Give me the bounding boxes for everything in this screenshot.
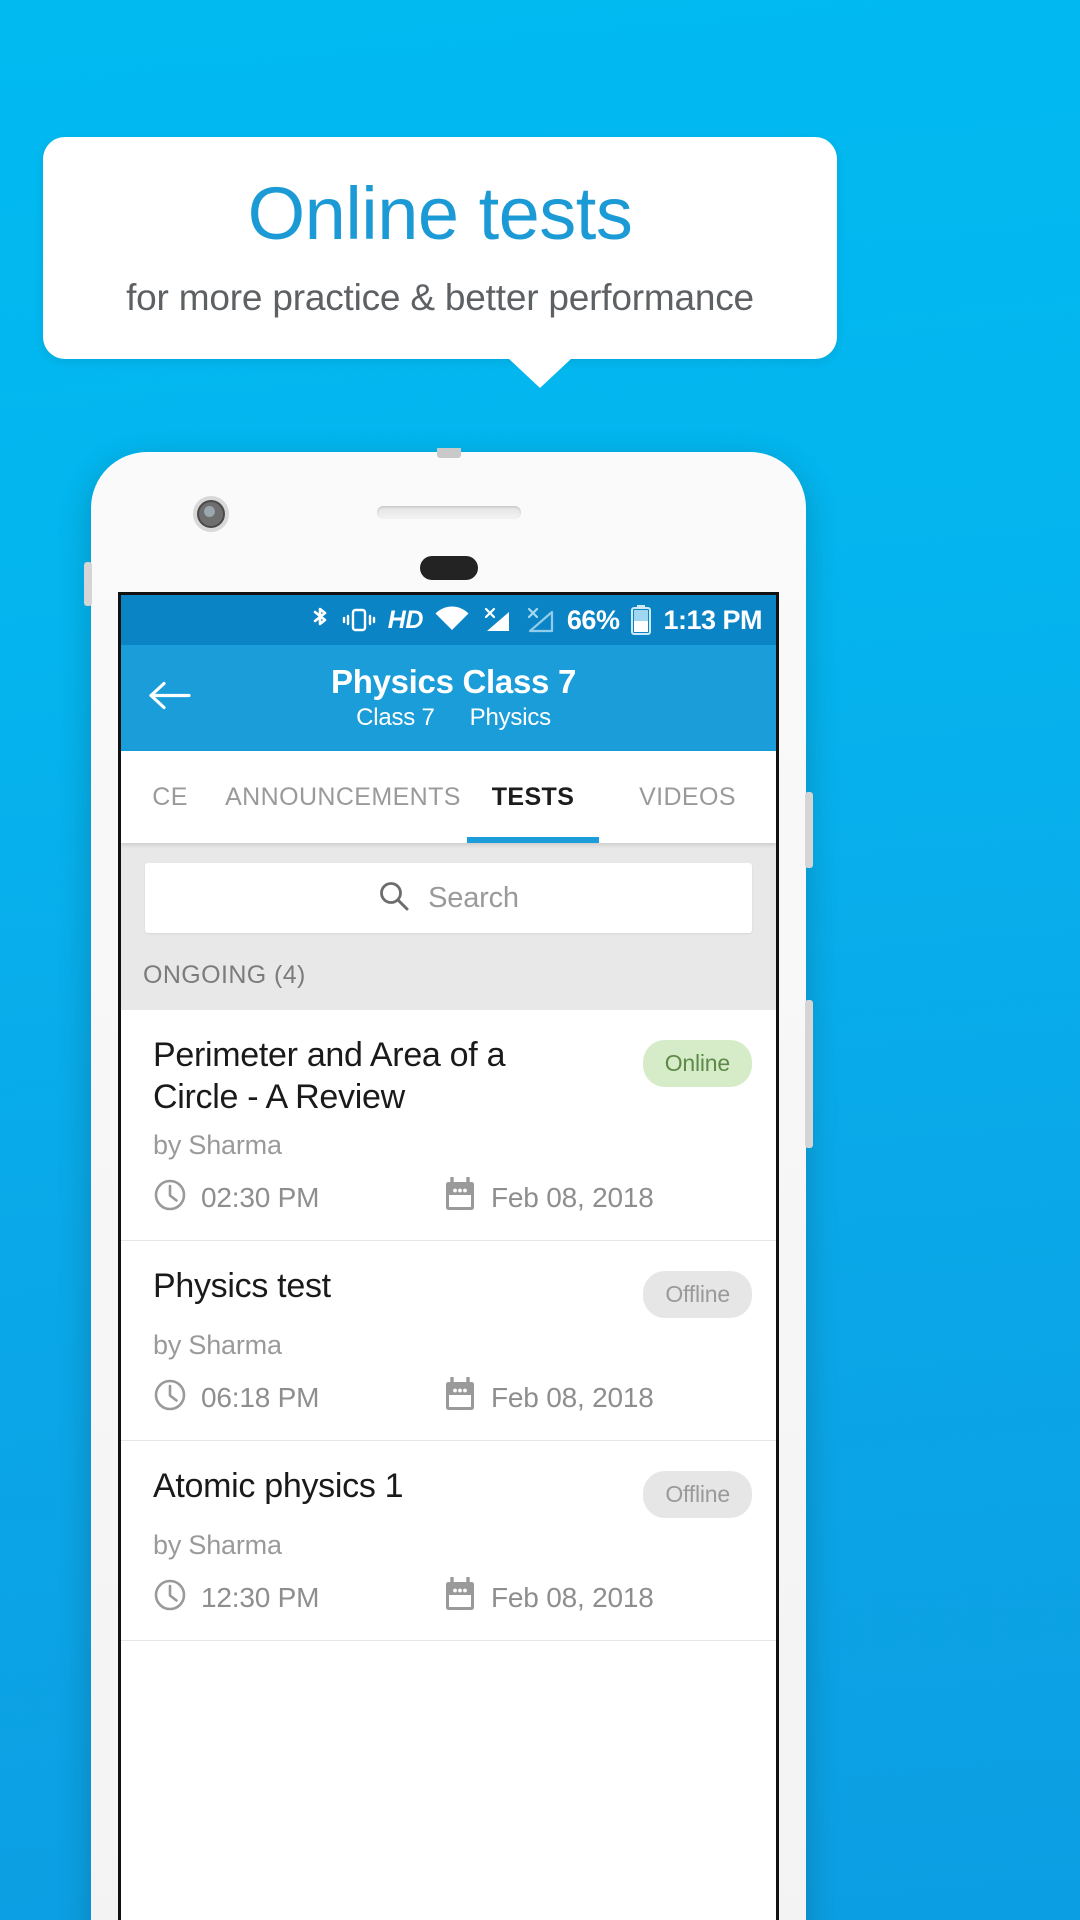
subtitle-subject: Physics [469,703,551,731]
clock-time-label: 1:13 PM [663,604,762,635]
card-header: Perimeter and Area of a Circle - A Revie… [153,1034,752,1118]
test-date: Feb 08, 2018 [491,1581,654,1613]
promo-speech-bubble: Online tests for more practice & better … [43,137,837,359]
status-bar: HD 66% 1:13 PM [121,595,776,645]
card-meta: 02:30 PM Feb 08, 2018 [153,1176,752,1218]
vibrate-icon [341,606,377,634]
status-badge: Offline [643,1271,752,1319]
test-date: Feb 08, 2018 [491,1381,654,1413]
tab-ce[interactable]: CE [121,751,219,843]
hd-icon: HD [387,605,424,634]
battery-icon [630,604,652,636]
promo-headline: Online tests [247,172,633,255]
card-meta: 06:18 PM Feb 08, 2018 [153,1376,752,1418]
test-author: by Sharma [153,1330,282,1361]
volume-button[interactable] [805,1000,813,1148]
battery-percent-label: 66% [566,604,620,635]
test-date-group: Feb 08, 2018 [443,1376,654,1418]
wifi-icon [434,606,470,634]
search-placeholder: Search [428,881,519,914]
test-time: 02:30 PM [201,1181,320,1213]
promo-subheadline: for more practice & better performance [126,277,754,318]
section-header-ongoing: ONGOING (4) [121,955,776,1010]
test-title: Physics test [153,1267,331,1306]
test-time-group: 06:18 PM [153,1378,443,1417]
search-icon [378,880,410,917]
earpiece-speaker [376,506,521,519]
card-header: Atomic physics 1 Offline [153,1465,752,1519]
back-arrow-icon[interactable] [147,679,191,718]
tab-videos[interactable]: VIDEOS [599,751,776,843]
phone-mockup: HD 66% 1:13 PM Physics Class 7 Class 7 P… [84,448,813,1920]
test-date-group: Feb 08, 2018 [443,1176,654,1218]
clock-icon [153,1178,187,1217]
phone-top-notch [436,448,461,458]
test-time-group: 12:30 PM [153,1578,443,1617]
clock-icon [153,1378,187,1417]
test-author: by Sharma [153,1130,282,1161]
calendar-icon [443,1176,477,1218]
test-date-group: Feb 08, 2018 [443,1576,654,1618]
tab-tests[interactable]: TESTS [467,751,599,843]
signal-no-sim-2-icon [524,606,556,634]
power-button[interactable] [805,792,813,868]
clock-icon [153,1578,187,1617]
list-item[interactable]: Atomic physics 1 Offline by Sharma 12:30… [121,1441,776,1642]
test-title: Perimeter and Area of a Circle - A Revie… [153,1036,506,1117]
bluetooth-icon [310,605,330,635]
subtitle-class: Class 7 [356,703,435,731]
list-item[interactable]: Perimeter and Area of a Circle - A Revie… [121,1010,776,1242]
tab-bar: CE ANNOUNCEMENTS TESTS VIDEOS [121,751,776,843]
test-time: 06:18 PM [201,1381,320,1413]
status-badge: Online [642,1040,752,1087]
phone-screen: HD 66% 1:13 PM Physics Class 7 Class 7 P… [118,592,779,1920]
test-title: Atomic physics 1 [153,1467,404,1506]
front-camera-icon [193,496,229,532]
test-date: Feb 08, 2018 [491,1181,654,1213]
page-title: Physics Class 7 [331,663,576,701]
side-button-left[interactable] [84,562,92,606]
card-meta: 12:30 PM Feb 08, 2018 [153,1576,752,1618]
test-time-group: 02:30 PM [153,1178,443,1217]
test-list: Perimeter and Area of a Circle - A Revie… [121,1010,776,1642]
page-subtitle: Class 7 Physics [331,704,576,732]
signal-no-sim-1-icon [481,606,513,634]
promo-bubble-tail [508,358,572,388]
test-time: 12:30 PM [201,1581,320,1613]
calendar-icon [443,1576,477,1618]
status-badge: Offline [643,1471,752,1519]
app-bar-text: Physics Class 7 Class 7 Physics [331,663,576,732]
sensor-strip [419,556,478,580]
card-header: Physics test Offline [153,1265,752,1319]
app-bar: Physics Class 7 Class 7 Physics [121,645,776,751]
test-author: by Sharma [153,1530,282,1561]
search-input[interactable]: Search [145,863,752,933]
list-item[interactable]: Physics test Offline by Sharma 06:18 PM [121,1241,776,1442]
tab-announcements[interactable]: ANNOUNCEMENTS [219,751,467,843]
search-area: Search [121,843,776,955]
calendar-icon [443,1376,477,1418]
